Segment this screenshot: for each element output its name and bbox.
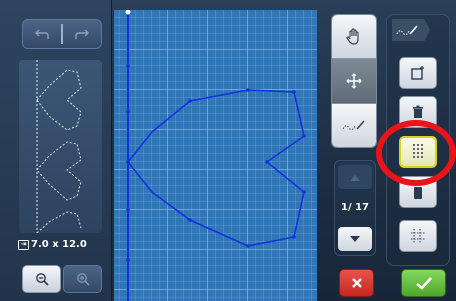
stitch-edit-canvas[interactable] (113, 10, 317, 301)
undo-button[interactable] (23, 20, 61, 48)
design-size-value: 7.0 x 12.0 (31, 239, 87, 250)
left-panel: ⇥ 7.0 x 12.0 (0, 0, 112, 301)
page-indicator: 1/ 17 (340, 202, 369, 213)
highlight-circle (376, 120, 456, 186)
zoom-controls (22, 265, 102, 293)
fill-icon (414, 187, 422, 199)
size-icon: ⇥ (18, 239, 29, 250)
stitch-line-icon (342, 120, 365, 131)
arrow-up-icon (350, 174, 360, 181)
hand-pan-button[interactable] (332, 15, 376, 60)
zoom-out-icon (35, 273, 49, 286)
move-button[interactable] (332, 59, 376, 104)
stitch-tab-icon (396, 25, 418, 36)
heart-stitch-path (127, 89, 305, 247)
stitch-tab[interactable] (392, 19, 430, 41)
checkmark-icon (415, 276, 432, 290)
arrow-down-icon (350, 235, 360, 242)
stitch-edit-button[interactable] (332, 103, 376, 147)
dotted-cross-icon (411, 229, 425, 243)
zoom-out-button[interactable] (22, 265, 61, 293)
add-frame-icon (411, 66, 424, 80)
pattern-preview (19, 60, 102, 233)
zoom-in-icon (76, 273, 90, 286)
screen: ⇥ 7.0 x 12.0 1/ 17 (0, 0, 456, 301)
canvas-tool-column (331, 14, 377, 148)
add-frame-button[interactable] (399, 57, 437, 89)
undo-redo-group (22, 19, 102, 49)
page-down-button[interactable] (338, 227, 372, 251)
zoom-in-button[interactable] (63, 265, 102, 293)
hand-pan-icon (346, 28, 359, 45)
heart-pattern-preview (36, 60, 82, 233)
page-navigator: 1/ 17 (334, 160, 376, 256)
close-icon (351, 278, 362, 288)
design-size-label: ⇥ 7.0 x 12.0 (18, 239, 87, 250)
start-point (125, 10, 131, 15)
page-up-button[interactable] (338, 165, 372, 189)
move-arrows-icon (346, 73, 362, 89)
ok-button[interactable] (401, 269, 446, 297)
undo-icon (35, 29, 49, 39)
redo-icon (75, 29, 89, 39)
dotted-cross-button[interactable] (399, 220, 437, 252)
redo-button[interactable] (63, 20, 101, 48)
heart-stitch-points (188, 88, 306, 248)
trash-icon (413, 105, 423, 118)
cancel-button[interactable] (339, 269, 374, 297)
stitch-pattern-drawing (125, 10, 306, 301)
